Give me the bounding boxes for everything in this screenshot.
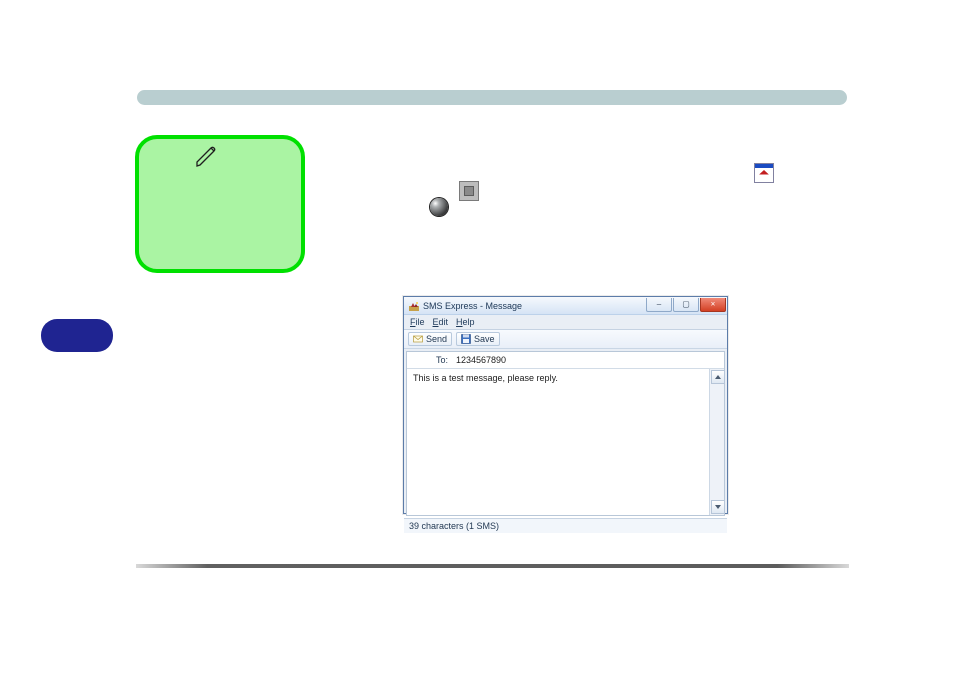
- page-root: SMS Express - Message – ▢ × File Edit He…: [0, 0, 954, 673]
- stop-icon: [459, 181, 479, 201]
- maximize-button[interactable]: ▢: [673, 298, 699, 312]
- scroll-up-button[interactable]: [711, 370, 725, 384]
- status-bar: 39 characters (1 SMS): [404, 518, 727, 533]
- menu-file[interactable]: File: [410, 317, 425, 327]
- scrollbar-vertical[interactable]: [709, 369, 724, 515]
- app-icon: [409, 301, 419, 311]
- window-titlebar[interactable]: SMS Express - Message – ▢ ×: [404, 297, 727, 315]
- pencil-card: [135, 135, 305, 273]
- save-button[interactable]: Save: [456, 332, 500, 346]
- pencil-icon: [194, 145, 218, 169]
- message-area-wrapper: This is a test message, please reply.: [407, 369, 724, 515]
- envelope-icon: [413, 334, 423, 344]
- client-area: To: 1234567890 This is a test message, p…: [406, 351, 725, 516]
- toolbar: Send Save: [404, 330, 727, 349]
- app-shortcut-icon: [754, 163, 774, 183]
- menubar: File Edit Help: [404, 315, 727, 330]
- to-label: To:: [413, 355, 448, 365]
- header-bar: [137, 90, 847, 105]
- scroll-down-button[interactable]: [711, 500, 725, 514]
- window-title: SMS Express - Message: [423, 301, 646, 311]
- divider-line: [136, 564, 849, 568]
- close-icon: ×: [711, 300, 716, 308]
- window-controls: – ▢ ×: [646, 297, 727, 314]
- to-row: To: 1234567890: [407, 352, 724, 369]
- navy-pill: [41, 319, 113, 352]
- send-button[interactable]: Send: [408, 332, 452, 346]
- close-button[interactable]: ×: [700, 298, 726, 312]
- save-label: Save: [474, 334, 495, 344]
- sms-window: SMS Express - Message – ▢ × File Edit He…: [403, 296, 728, 514]
- floppy-icon: [461, 334, 471, 344]
- to-value[interactable]: 1234567890: [456, 355, 506, 365]
- message-textarea[interactable]: This is a test message, please reply.: [407, 369, 709, 515]
- minimize-icon: –: [657, 300, 661, 308]
- menu-help[interactable]: Help: [456, 317, 475, 327]
- minimize-button[interactable]: –: [646, 298, 672, 312]
- send-label: Send: [426, 334, 447, 344]
- maximize-icon: ▢: [682, 300, 690, 308]
- menu-edit[interactable]: Edit: [433, 317, 449, 327]
- sphere-icon: [430, 198, 448, 216]
